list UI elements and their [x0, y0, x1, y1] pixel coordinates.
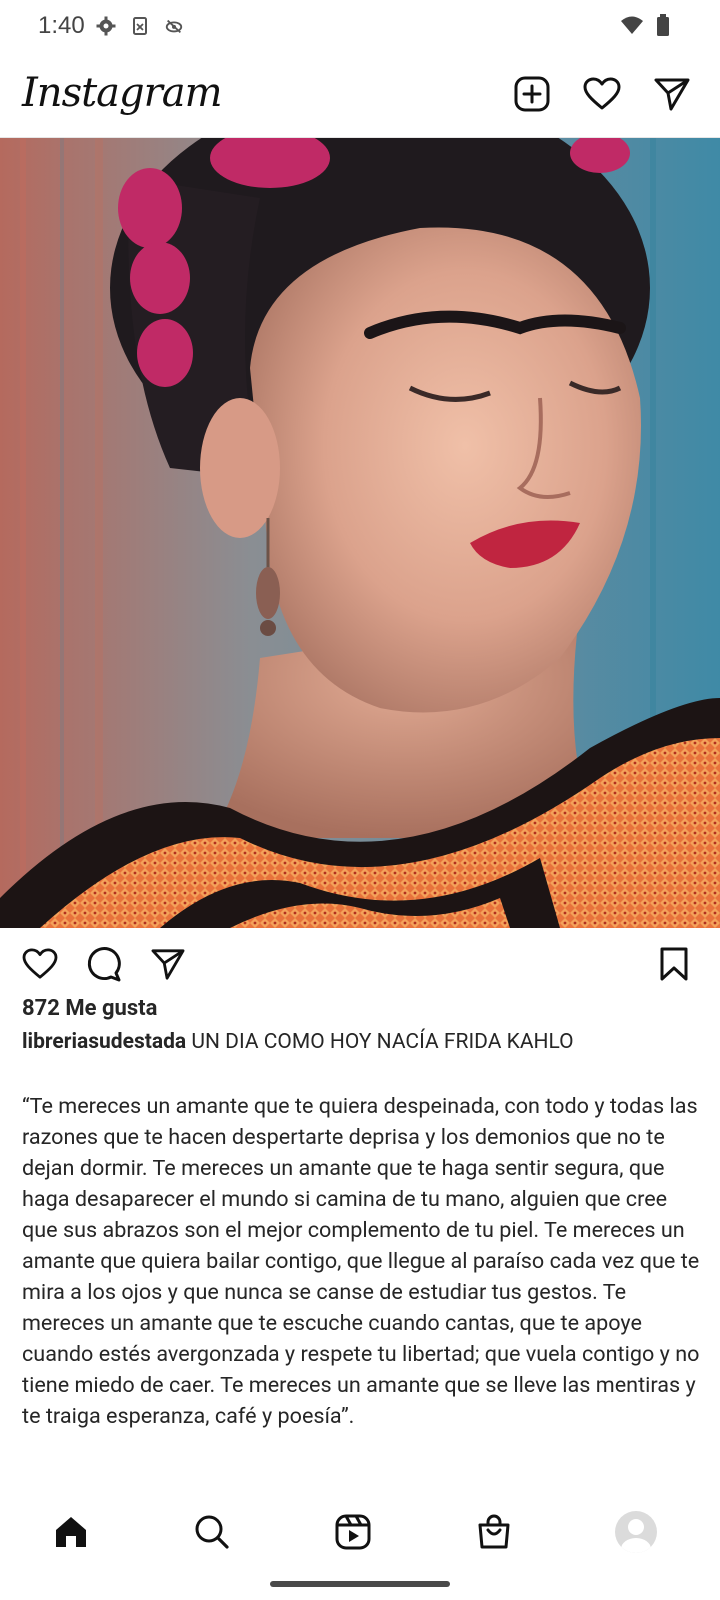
likes-count[interactable]: 872 Me gusta: [22, 996, 157, 1021]
new-post-icon: [514, 76, 550, 112]
post-image[interactable]: [0, 138, 720, 928]
like-button[interactable]: [20, 944, 60, 984]
search-icon: [195, 1515, 229, 1549]
wifi-icon: [620, 15, 644, 39]
settings-icon: [96, 16, 116, 36]
nav-profile-button[interactable]: [610, 1506, 662, 1558]
profile-avatar: [615, 1511, 657, 1553]
sim-icon: [130, 16, 150, 36]
bookmark-icon: [660, 947, 688, 981]
post-action-bar: [0, 940, 720, 988]
comment-icon: [87, 947, 121, 982]
heart-icon: [22, 948, 58, 979]
caption-header: libreriasudestada UN DIA COMO HOY NACÍA …: [22, 1030, 702, 1054]
shop-icon: [478, 1514, 510, 1549]
direct-message-icon: [151, 949, 185, 980]
nav-shop-button[interactable]: [468, 1506, 520, 1558]
direct-message-button[interactable]: [652, 74, 692, 114]
nav-reels-button[interactable]: [327, 1506, 379, 1558]
status-icons-right: [620, 14, 670, 40]
status-bar: 1:40: [0, 0, 720, 54]
instagram-logo[interactable]: Instagram: [22, 70, 223, 116]
app-header: Instagram: [0, 54, 720, 138]
nav-home-button[interactable]: [45, 1506, 97, 1558]
heart-icon: [583, 77, 621, 110]
reels-icon: [335, 1514, 371, 1550]
nav-search-button[interactable]: [186, 1506, 238, 1558]
bottom-nav: [0, 1494, 720, 1574]
comment-button[interactable]: [84, 944, 124, 984]
save-button[interactable]: [654, 944, 694, 984]
new-post-button[interactable]: [512, 74, 552, 114]
caption-body: “Te mereces un amante que te quiera desp…: [22, 1094, 700, 1429]
status-icons-left: [96, 16, 184, 36]
direct-message-icon: [654, 78, 690, 111]
share-button[interactable]: [148, 944, 188, 984]
activity-button[interactable]: [582, 74, 622, 114]
home-icon: [56, 1517, 86, 1547]
status-time: 1:40: [38, 12, 85, 39]
caption-username[interactable]: libreriasudestada: [22, 1030, 186, 1054]
home-indicator[interactable]: [270, 1581, 450, 1587]
caption-title: UN DIA COMO HOY NACÍA FRIDA KAHLO: [191, 1030, 574, 1054]
header-actions: [512, 74, 692, 114]
battery-icon: [656, 14, 670, 40]
eye-off-icon: [164, 16, 184, 36]
